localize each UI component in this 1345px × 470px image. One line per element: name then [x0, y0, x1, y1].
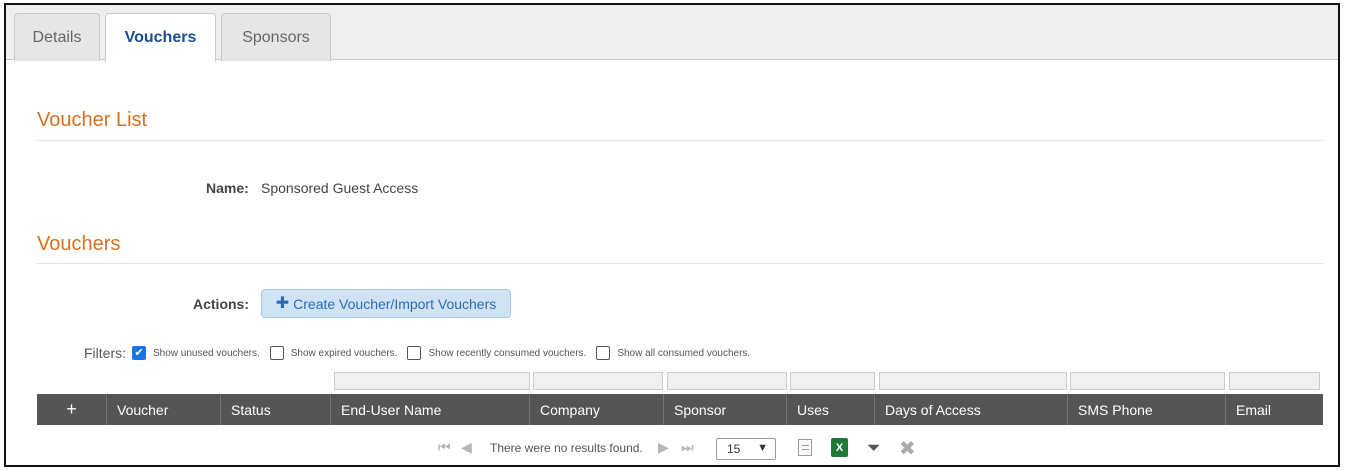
uses-filter[interactable] [790, 372, 875, 390]
tab-vouchers[interactable]: Vouchers [105, 13, 216, 62]
col-sponsor[interactable]: Sponsor [664, 394, 787, 425]
page-size-value: 15 [727, 442, 741, 456]
show-all-consumed-checkbox[interactable] [596, 346, 611, 360]
show-unused-label: Show unused vouchers. [153, 347, 260, 359]
col-status[interactable]: Status [221, 394, 331, 425]
days-of-access-filter[interactable] [879, 372, 1067, 390]
last-page-icon[interactable]: ⏭ [681, 439, 694, 456]
empty-message: There were no results found. [490, 441, 643, 455]
col-uses[interactable]: Uses [787, 394, 875, 425]
pager: ⏮ ◀ There were no results found. ▶ ⏭ 15 … [6, 435, 1338, 461]
company-filter[interactable] [533, 372, 663, 390]
filters-label: Filters: [84, 345, 126, 361]
sms-phone-filter[interactable] [1070, 372, 1225, 390]
chevron-down-icon: ▼ [757, 442, 768, 454]
show-expired-label: Show expired vouchers. [290, 347, 398, 359]
col-voucher[interactable]: Voucher [107, 394, 221, 425]
show-expired-checkbox[interactable] [269, 346, 284, 360]
tab-details[interactable]: Details [14, 13, 100, 61]
voucher-panel: Details Vouchers Sponsors Voucher List N… [4, 3, 1340, 467]
sponsor-filter[interactable] [667, 372, 787, 390]
name-label: Name: [206, 180, 249, 196]
show-recently-consumed-checkbox[interactable] [407, 346, 422, 360]
next-page-icon[interactable]: ▶ [658, 439, 669, 456]
voucher-list-divider [37, 140, 1323, 141]
filter-funnel-icon[interactable]: ⏷ [867, 438, 881, 458]
tab-strip: Details Vouchers Sponsors [6, 5, 1338, 62]
plus-icon: ✚ [275, 294, 290, 312]
filters-bar: Filters: ✔ Show unused vouchers. Show ex… [84, 344, 760, 362]
show-unused-checkbox[interactable]: ✔ [132, 346, 146, 360]
export-document-icon[interactable] [798, 439, 812, 456]
email-filter[interactable] [1229, 372, 1320, 390]
show-all-consumed-label: Show all consumed vouchers. [617, 347, 751, 359]
create-voucher-button[interactable]: ✚ Create Voucher/Import Vouchers [261, 289, 511, 318]
col-company[interactable]: Company [530, 394, 664, 425]
voucher-list-title: Voucher List [37, 109, 148, 131]
prev-page-icon[interactable]: ◀ [461, 439, 472, 456]
vouchers-title: Vouchers [37, 233, 121, 255]
col-days-of-access[interactable]: Days of Access [875, 394, 1068, 425]
column-filter-row [6, 372, 1338, 390]
export-excel-icon[interactable]: X [831, 438, 848, 457]
actions-label: Actions: [193, 296, 249, 312]
page-size-select[interactable]: 15 ▼ [716, 438, 776, 460]
show-recently-consumed-label: Show recently consumed vouchers. [428, 347, 587, 359]
vouchers-divider [37, 263, 1323, 264]
tab-sponsors[interactable]: Sponsors [221, 13, 331, 61]
col-email[interactable]: Email [1226, 394, 1323, 425]
col-sms-phone[interactable]: SMS Phone [1068, 394, 1226, 425]
add-column-button[interactable]: + [37, 394, 107, 425]
first-page-icon[interactable]: ⏮ [438, 439, 451, 456]
name-value: Sponsored Guest Access [261, 180, 419, 196]
col-end-user-name[interactable]: End-User Name [331, 394, 530, 425]
create-voucher-label: Create Voucher/Import Vouchers [293, 295, 497, 312]
table-header: + Voucher Status End-User Name Company S… [37, 394, 1323, 425]
clear-filter-icon[interactable]: ✖ [899, 436, 916, 461]
end-user-name-filter[interactable] [334, 372, 530, 390]
